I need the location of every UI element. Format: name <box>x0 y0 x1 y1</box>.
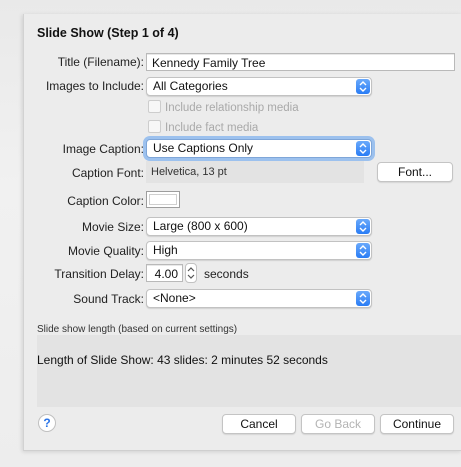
movie-size-label: Movie Size: <box>81 220 144 234</box>
slide-show-length-caption: Slide show length (based on current sett… <box>37 324 238 335</box>
sound-track-popup[interactable]: <None> <box>146 289 372 308</box>
include-fact-media-checkbox[interactable]: Include fact media <box>148 120 258 134</box>
slide-show-length-box <box>37 335 461 407</box>
font-button[interactable]: Font... <box>377 162 453 182</box>
sound-track-value: <None> <box>153 291 196 305</box>
title-filename-field[interactable]: Kennedy Family Tree <box>146 53 455 71</box>
help-icon[interactable]: ? <box>38 414 56 432</box>
up-down-chevron-icon <box>356 79 370 94</box>
stepper-arrows-icon <box>187 267 195 279</box>
movie-quality-value: High <box>153 243 178 257</box>
checkbox-label: Include relationship media <box>165 102 299 114</box>
images-to-include-label: Images to Include: <box>45 79 144 93</box>
checkbox-box <box>148 120 161 133</box>
image-caption-popup[interactable]: Use Captions Only <box>146 139 372 158</box>
image-caption-label: Image Caption: <box>62 142 144 156</box>
up-down-chevron-icon <box>356 243 370 258</box>
title-label: Title (Filename): <box>57 55 144 69</box>
up-down-chevron-icon <box>356 291 370 306</box>
images-to-include-popup[interactable]: All Categories <box>146 77 372 96</box>
image-caption-value: Use Captions Only <box>153 141 254 155</box>
slide-show-length-text: Length of Slide Show: 43 slides: 2 minut… <box>37 353 328 367</box>
movie-size-popup[interactable]: Large (800 x 600) <box>146 217 372 236</box>
images-to-include-value: All Categories <box>153 79 228 93</box>
movie-size-value: Large (800 x 600) <box>153 219 248 233</box>
movie-quality-label: Movie Quality: <box>67 244 144 258</box>
transition-delay-stepper[interactable] <box>185 263 197 283</box>
caption-color-label: Caption Color: <box>67 194 144 208</box>
slide-show-dialog: Slide Show (Step 1 of 4) Title (Filename… <box>23 14 461 451</box>
cancel-button[interactable]: Cancel <box>222 414 296 434</box>
go-back-button[interactable]: Go Back <box>301 414 375 434</box>
transition-delay-unit: seconds <box>204 267 249 281</box>
checkbox-box <box>148 100 161 113</box>
up-down-chevron-icon <box>356 141 370 156</box>
continue-button[interactable]: Continue <box>380 414 454 434</box>
caption-font-display: Helvetica, 13 pt <box>146 161 364 183</box>
checkbox-label: Include fact media <box>165 122 259 134</box>
caption-color-well[interactable] <box>146 191 180 208</box>
transition-delay-label: Transition Delay: <box>54 267 144 281</box>
include-relationship-media-checkbox[interactable]: Include relationship media <box>148 100 299 114</box>
sound-track-label: Sound Track: <box>73 292 144 306</box>
transition-delay-field[interactable]: 4.00 <box>146 264 183 282</box>
up-down-chevron-icon <box>356 219 370 234</box>
movie-quality-popup[interactable]: High <box>146 241 372 260</box>
caption-font-label: Caption Font: <box>71 166 144 180</box>
dialog-title: Slide Show (Step 1 of 4) <box>37 26 179 40</box>
